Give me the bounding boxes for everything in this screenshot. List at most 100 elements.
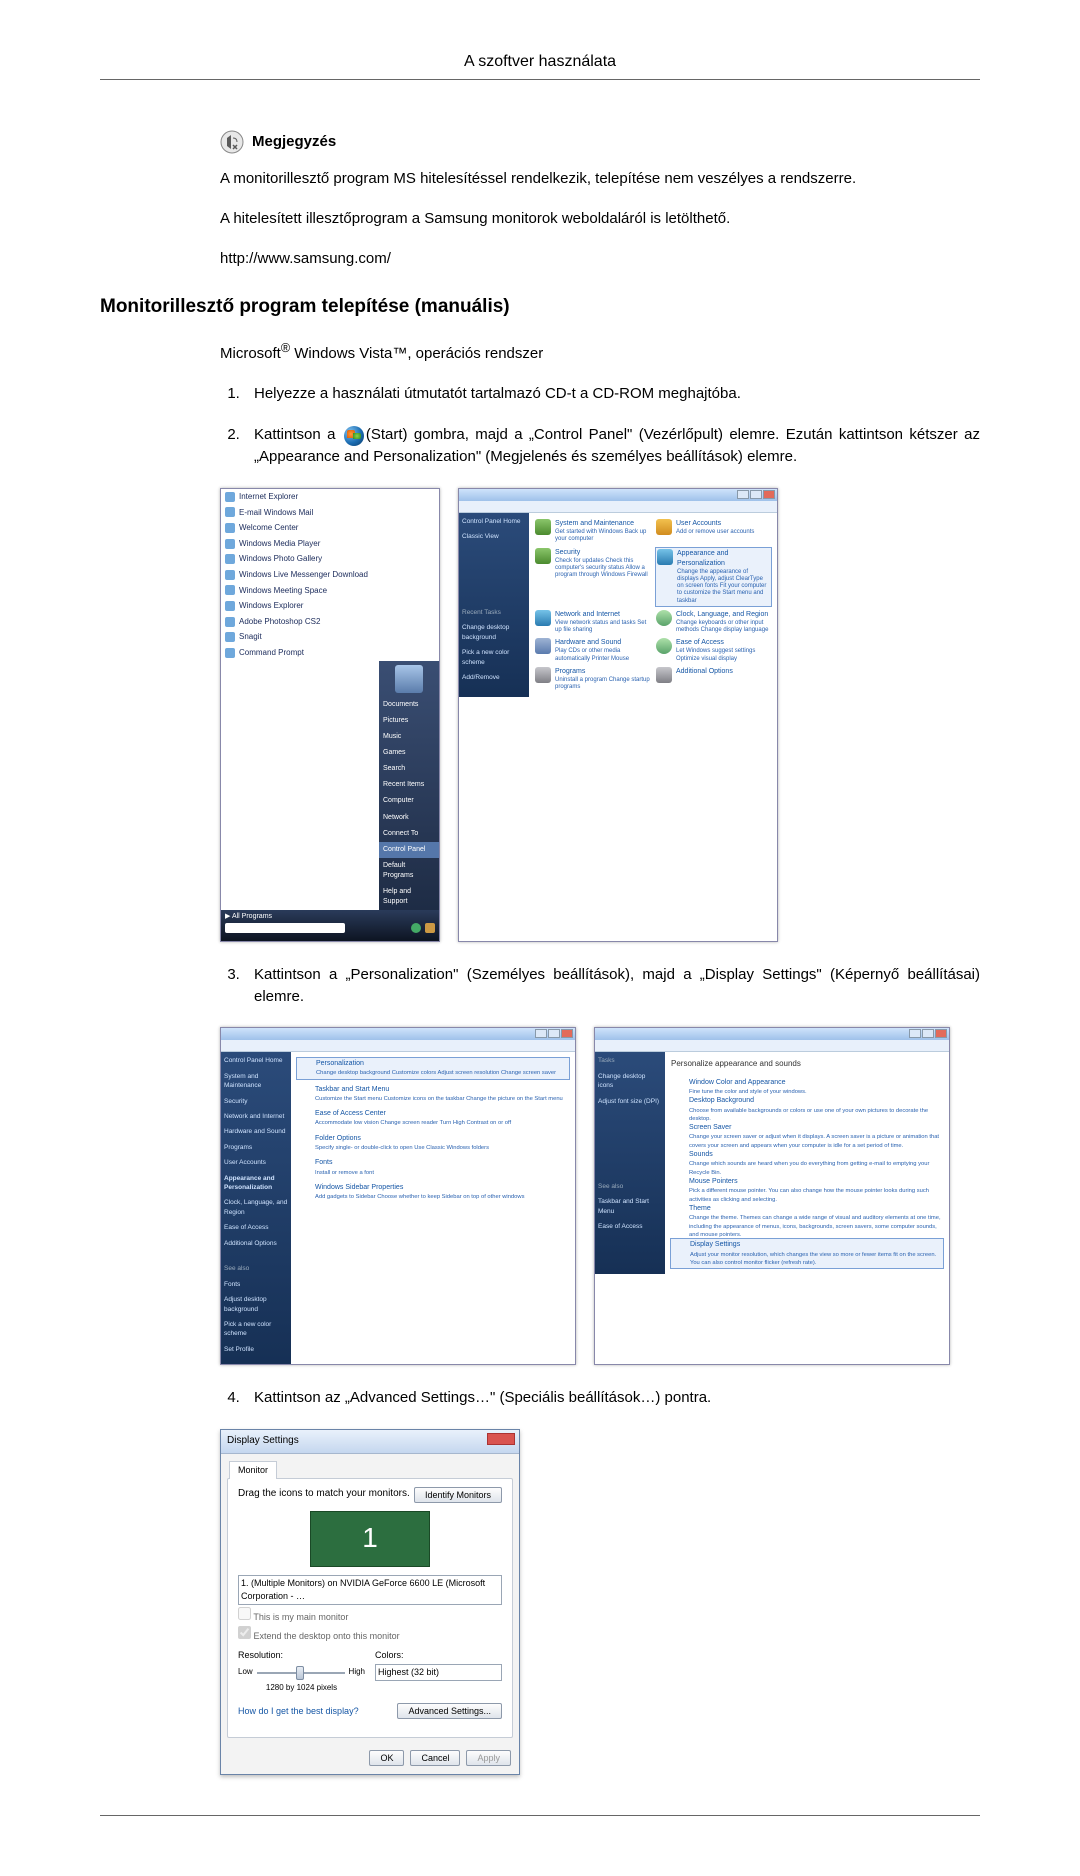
task-link[interactable]: Adjust font size (DPI) — [598, 1097, 662, 1106]
resolution-slider[interactable] — [257, 1666, 345, 1680]
dialog-tab-monitor[interactable]: Monitor — [229, 1461, 277, 1479]
cp-category[interactable]: User AccountsAdd or remove user accounts — [656, 519, 771, 544]
start-menu-item[interactable]: Windows Live Messenger Download — [221, 567, 381, 583]
side-category-link[interactable]: Network and Internet — [224, 1112, 288, 1121]
cp-recent-link[interactable]: Add/Remove — [462, 673, 526, 682]
close-button[interactable] — [763, 490, 775, 499]
start-menu-right-item[interactable]: Network — [379, 810, 439, 826]
power-icon[interactable] — [411, 923, 421, 933]
cp-category[interactable]: SecurityCheck for updates Check this com… — [535, 548, 650, 606]
maximize-button[interactable] — [548, 1029, 560, 1038]
start-menu-right-item[interactable]: Music — [379, 729, 439, 745]
start-menu-right-item[interactable]: Pictures — [379, 713, 439, 729]
maximize-button[interactable] — [922, 1029, 934, 1038]
ok-button[interactable]: OK — [369, 1750, 404, 1766]
personalization-category[interactable]: PersonalizationChange desktop background… — [297, 1058, 569, 1079]
start-menu-right-item[interactable]: Help and Support — [379, 884, 439, 910]
personalization-item[interactable]: Window Color and AppearanceFine tune the… — [671, 1078, 943, 1097]
personalization-item[interactable]: Desktop BackgroundChoose from available … — [671, 1096, 943, 1123]
identify-monitors-button[interactable]: Identify Monitors — [414, 1487, 502, 1503]
lock-icon[interactable] — [425, 923, 435, 933]
minimize-button[interactable] — [737, 490, 749, 499]
personalization-category[interactable]: Ease of Access CenterAccommodate low vis… — [297, 1109, 569, 1128]
personalization-category[interactable]: Taskbar and Start MenuCustomize the Star… — [297, 1085, 569, 1104]
start-menu-item[interactable]: E-mail Windows Mail — [221, 505, 381, 521]
side-category-link[interactable]: System and Maintenance — [224, 1072, 288, 1091]
personalization-item[interactable]: ThemeChange the theme. Themes can change… — [671, 1204, 943, 1239]
see-also-link[interactable]: Fonts — [224, 1280, 288, 1289]
start-menu-right-item[interactable]: Control Panel — [379, 842, 439, 858]
personalization-category[interactable]: FontsInstall or remove a font — [297, 1158, 569, 1177]
start-menu-item[interactable]: Windows Photo Gallery — [221, 551, 381, 567]
cp-recent-link[interactable]: Change desktop background — [462, 623, 526, 642]
personalization-item[interactable]: Screen SaverChange your screen saver or … — [671, 1123, 943, 1150]
start-menu-right-item[interactable]: Recent Items — [379, 777, 439, 793]
side-category-link[interactable]: Ease of Access — [224, 1223, 288, 1232]
start-menu-right-item[interactable]: Documents — [379, 697, 439, 713]
cp-category[interactable]: Ease of AccessLet Windows suggest settin… — [656, 638, 771, 663]
start-menu-item[interactable]: Adobe Photoshop CS2 — [221, 614, 381, 630]
breadcrumb[interactable] — [459, 501, 777, 513]
see-also-link[interactable]: Set Profile — [224, 1345, 288, 1354]
advanced-settings-button[interactable]: Advanced Settings... — [397, 1703, 502, 1719]
close-button[interactable] — [561, 1029, 573, 1038]
cp-category[interactable]: Network and InternetView network status … — [535, 610, 650, 635]
start-menu-item[interactable]: Windows Meeting Space — [221, 583, 381, 599]
maximize-button[interactable] — [750, 490, 762, 499]
personalization-item[interactable]: Mouse PointersPick a different mouse poi… — [671, 1177, 943, 1204]
cp-category[interactable]: Clock, Language, and RegionChange keyboa… — [656, 610, 771, 635]
start-menu-right-item[interactable]: Default Programs — [379, 858, 439, 884]
cp-category[interactable]: Appearance and PersonalizationChange the… — [656, 548, 771, 606]
start-menu-item[interactable]: Snagit — [221, 629, 381, 645]
cp-category[interactable]: ProgramsUninstall a program Change start… — [535, 667, 650, 692]
start-menu-item[interactable]: Internet Explorer — [221, 489, 381, 505]
start-search-input[interactable] — [225, 923, 345, 933]
divider-top — [100, 79, 980, 80]
side-category-link[interactable]: User Accounts — [224, 1158, 288, 1167]
cancel-button[interactable]: Cancel — [410, 1750, 460, 1766]
see-also-link[interactable]: Ease of Access — [598, 1222, 662, 1231]
task-link[interactable]: Change desktop icons — [598, 1072, 662, 1091]
cp-category[interactable]: System and MaintenanceGet started with W… — [535, 519, 650, 544]
start-menu-right-item[interactable]: Computer — [379, 793, 439, 809]
see-also-link[interactable]: Adjust desktop background — [224, 1295, 288, 1314]
start-menu-item[interactable]: Windows Explorer — [221, 598, 381, 614]
side-category-link[interactable]: Additional Options — [224, 1239, 288, 1248]
monitor-preview[interactable]: 1 — [310, 1511, 430, 1567]
subtitle-pre: Microsoft — [220, 345, 281, 362]
dialog-close-button[interactable] — [487, 1433, 515, 1445]
start-menu-right-item[interactable]: Search — [379, 761, 439, 777]
start-menu-item[interactable]: Welcome Center — [221, 520, 381, 536]
breadcrumb[interactable] — [221, 1040, 575, 1052]
close-button[interactable] — [935, 1029, 947, 1038]
side-category-link[interactable]: Hardware and Sound — [224, 1127, 288, 1136]
colors-select[interactable]: Highest (32 bit) — [375, 1664, 502, 1681]
cp-category[interactable]: Additional Options — [656, 667, 771, 692]
monitor-select[interactable]: 1. (Multiple Monitors) on NVIDIA GeForce… — [238, 1575, 502, 1605]
see-also-link[interactable]: Pick a new color scheme — [224, 1320, 288, 1339]
personalization-item[interactable]: Display SettingsAdjust your monitor reso… — [671, 1239, 943, 1268]
start-menu-item[interactable]: Command Prompt — [221, 645, 381, 661]
see-also-link[interactable]: Taskbar and Start Menu — [598, 1197, 662, 1216]
start-menu-item[interactable]: Windows Media Player — [221, 536, 381, 552]
apply-button[interactable]: Apply — [466, 1750, 511, 1766]
side-category-link[interactable]: Control Panel Home — [224, 1056, 288, 1065]
help-link[interactable]: How do I get the best display? — [238, 1705, 359, 1718]
side-category-link[interactable]: Clock, Language, and Region — [224, 1198, 288, 1217]
minimize-button[interactable] — [535, 1029, 547, 1038]
minimize-button[interactable] — [909, 1029, 921, 1038]
breadcrumb[interactable] — [595, 1040, 949, 1052]
cp-category[interactable]: Hardware and SoundPlay CDs or other medi… — [535, 638, 650, 663]
personalization-item[interactable]: SoundsChange which sounds are heard when… — [671, 1150, 943, 1177]
all-programs-label[interactable]: All Programs — [232, 913, 272, 920]
cp-classic-link[interactable]: Classic View — [462, 532, 526, 541]
personalization-category[interactable]: Folder OptionsSpecify single- or double-… — [297, 1134, 569, 1153]
side-category-link[interactable]: Appearance and Personalization — [224, 1174, 288, 1193]
side-category-link[interactable]: Security — [224, 1097, 288, 1106]
start-menu-right-item[interactable]: Connect To — [379, 826, 439, 842]
cp-recent-link[interactable]: Pick a new color scheme — [462, 648, 526, 667]
personalization-category[interactable]: Windows Sidebar PropertiesAdd gadgets to… — [297, 1183, 569, 1202]
start-menu-right-item[interactable]: Games — [379, 745, 439, 761]
side-category-link[interactable]: Programs — [224, 1143, 288, 1152]
cp-home-link[interactable]: Control Panel Home — [462, 517, 526, 526]
